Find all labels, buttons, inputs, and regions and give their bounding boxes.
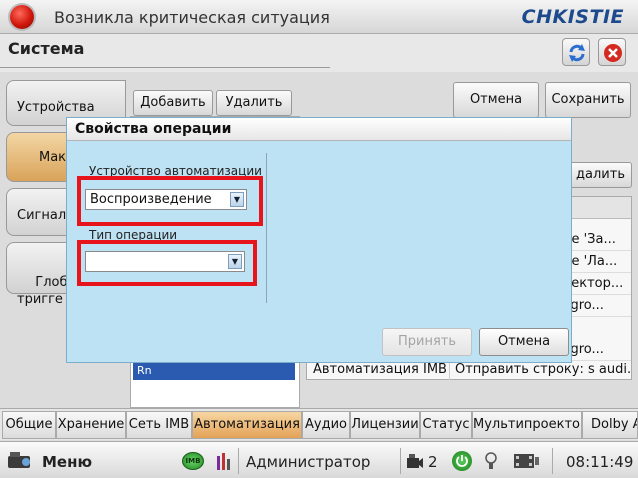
accept-button[interactable]: Принять [382, 328, 472, 356]
tab-multiprojector[interactable]: Мультипроектор [472, 411, 582, 439]
delete-button[interactable]: Удалить [216, 90, 292, 116]
tab-automation[interactable]: Автоматизация [192, 411, 302, 439]
camera-icon[interactable] [406, 452, 424, 470]
refresh-icon [569, 44, 585, 62]
alert-title: Возникла критическая ситуация [54, 8, 330, 27]
imb-status-icon[interactable]: IMB [182, 452, 204, 470]
chevron-down-icon[interactable]: ▼ [230, 192, 244, 207]
table-cell: Автоматизация IMB [313, 362, 447, 377]
tab-dolby-atmos[interactable]: Dolby At [582, 411, 638, 439]
tab-general[interactable]: Общие [2, 411, 56, 439]
tab-audio[interactable]: Аудио [302, 411, 350, 439]
list-item-selected[interactable]: Rn [133, 362, 295, 380]
title-bar: Возникла критическая ситуация CHKISTIE [0, 0, 638, 34]
section-header: Система [0, 34, 638, 72]
tab-imb-network[interactable]: Сеть IMB [126, 411, 192, 439]
chevron-down-icon[interactable]: ▼ [228, 254, 242, 269]
status-bar: Меню IMB Администратор 2 08:11:49 [0, 441, 638, 478]
cancel-button[interactable]: Отмена [453, 82, 539, 118]
table-cell: ректор... [563, 276, 624, 291]
bottom-tabs: Общие Хранение Сеть IMB Автоматизация Ау… [0, 408, 638, 440]
user-name[interactable]: Администратор [246, 453, 370, 471]
add-button[interactable]: Добавить [133, 90, 213, 116]
page-title: Система [8, 39, 85, 58]
side-tab-label: Устройства [17, 100, 95, 115]
film-reel-icon[interactable] [512, 451, 540, 471]
menu-button[interactable]: Меню [42, 453, 92, 471]
dialog-cancel-button[interactable]: Отмена [479, 328, 569, 356]
refresh-button[interactable] [562, 38, 590, 66]
status-separator [238, 448, 239, 474]
tab-storage[interactable]: Хранение [56, 411, 126, 439]
session-count: 2 [428, 453, 438, 471]
tab-licenses[interactable]: Лицензии [350, 411, 420, 439]
operation-type-select[interactable]: ▼ [85, 251, 245, 272]
status-separator [400, 448, 401, 474]
alert-status-icon[interactable] [10, 5, 34, 29]
operation-properties-dialog: Свойства операции Устройство автоматизац… [66, 117, 572, 363]
table-cell: Отправить строку: s audi... [455, 362, 631, 377]
dialog-title: Свойства операции [67, 118, 571, 141]
storage-status-icon[interactable] [216, 452, 232, 470]
tab-status[interactable]: Статус [420, 411, 472, 439]
dialog-divider [266, 153, 267, 303]
device-select[interactable]: Воспроизведение ▼ [85, 189, 247, 210]
status-separator [552, 448, 553, 474]
power-icon[interactable] [452, 451, 472, 471]
close-button[interactable] [598, 38, 626, 66]
imb-badge-text: IMB [185, 457, 201, 465]
save-button[interactable]: Сохранить [545, 82, 631, 118]
lamp-icon[interactable] [484, 451, 498, 471]
close-icon [604, 44, 622, 62]
projector-menu-icon[interactable] [6, 450, 36, 472]
clock: 08:11:49 [566, 453, 634, 471]
brand-logo: CHKISTIE [521, 6, 624, 28]
device-select-value: Воспроизведение [90, 192, 212, 207]
section-divider [0, 67, 330, 68]
